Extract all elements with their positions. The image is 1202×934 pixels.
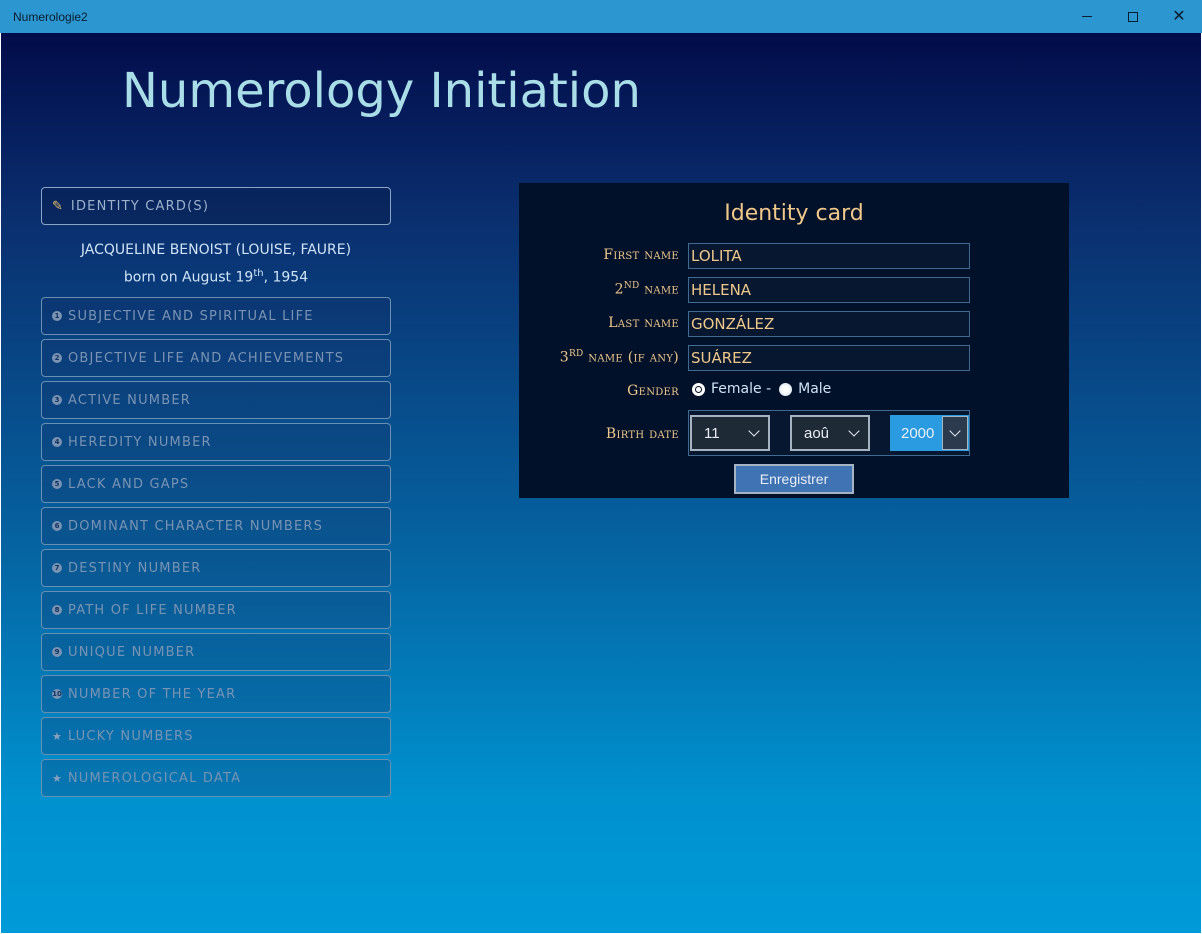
gender-label: Gender (627, 383, 679, 399)
born-year: , 1954 (263, 269, 309, 286)
menu-item-label: ACTIVE NUMBER (68, 392, 191, 408)
second-name-label-rest: name (639, 281, 679, 298)
birth-date-picker: 11 aoû 2000 (688, 410, 970, 456)
birth-date-label: Birth date (605, 426, 679, 442)
menu-item-lucky-numbers[interactable]: ★ LUCKY NUMBERS (41, 717, 391, 755)
menu-item-subjective-spiritual-life[interactable]: 1 SUBJECTIVE AND SPIRITUAL LIFE (41, 297, 391, 335)
third-name-label-num: 3 (559, 349, 569, 366)
menu-item-label: PATH OF LIFE NUMBER (68, 602, 237, 618)
person-name-line: JACQUELINE BENOIST (LOUISE, FAURE) (80, 242, 352, 258)
number-6-icon: 6 (52, 521, 62, 531)
pen-icon: ✎ (52, 198, 63, 214)
gender-female-label[interactable]: Female - (711, 381, 771, 397)
gender-radio-group: Female - Male (692, 381, 839, 397)
menu-item-lack-and-gaps[interactable]: 5 LACK AND GAPS (41, 465, 391, 503)
number-4-icon: 4 (52, 437, 62, 447)
gender-male-label[interactable]: Male (798, 381, 831, 397)
menu-item-dominant-character[interactable]: 6 DOMINANT CHARACTER NUMBERS (41, 507, 391, 545)
chevron-down-icon (848, 425, 860, 437)
menu-item-label: NUMBER OF THE YEAR (68, 686, 237, 702)
gender-female-radio[interactable] (692, 382, 705, 396)
third-name-label-rest: name (if any) (583, 349, 679, 366)
star-icon: ★ (52, 729, 62, 743)
main-area: Numerology Initiation ✎ IDENTITY CARD(S)… (1, 33, 1201, 933)
born-prefix: born on August 19 (123, 269, 254, 286)
third-name-input[interactable] (688, 345, 970, 371)
identity-card-panel: Identity card First name 2ND name Last n… (519, 183, 1069, 498)
number-2-icon: 2 (52, 353, 62, 363)
person-born-line: born on August 19th, 1954 (41, 262, 391, 290)
second-name-label-sup: ND (623, 281, 640, 291)
menu-item-number-of-year[interactable]: 10 NUMBER OF THE YEAR (41, 675, 391, 713)
year-dropdown-toggle[interactable] (942, 416, 968, 450)
close-icon: ✕ (1172, 7, 1186, 25)
number-3-icon: 3 (52, 395, 62, 405)
number-1-icon: 1 (52, 311, 62, 321)
menu-item-label: DOMINANT CHARACTER NUMBERS (68, 518, 324, 534)
last-name-label: Last name (608, 315, 679, 331)
day-value: 11 (704, 424, 720, 442)
save-button[interactable]: Enregistrer (734, 464, 854, 494)
menu-item-label: LACK AND GAPS (68, 476, 190, 492)
number-7-icon: 7 (52, 563, 62, 573)
menu-item-label: LUCKY NUMBERS (67, 728, 194, 744)
menu-item-label: SUBJECTIVE AND SPIRITUAL LIFE (68, 308, 314, 324)
identity-cards-button[interactable]: ✎ IDENTITY CARD(S) (41, 187, 391, 225)
identity-cards-label: IDENTITY CARD(S) (70, 198, 210, 214)
menu-item-label: DESTINY NUMBER (68, 560, 202, 576)
born-suffix: th (253, 268, 264, 279)
star-icon: ★ (52, 771, 62, 785)
number-5-icon: 5 (52, 479, 62, 489)
last-name-input[interactable] (688, 311, 970, 337)
app-heading: Numerology Initiation (122, 63, 641, 119)
window-title: Numerologie2 (13, 10, 88, 24)
menu-item-label: NUMEROLOGICAL DATA (67, 770, 242, 786)
second-name-input[interactable] (688, 277, 970, 303)
gender-male-radio[interactable] (779, 382, 793, 396)
menu-item-label: OBJECTIVE LIFE AND ACHIEVEMENTS (68, 350, 345, 366)
menu-item-label: HEREDITY NUMBER (68, 434, 212, 450)
second-name-label: 2ND name (519, 281, 679, 298)
third-name-label: 3RD name (if any) (519, 349, 679, 366)
third-name-label-sup: RD (568, 349, 584, 359)
menu-item-path-of-life[interactable]: 8 PATH OF LIFE NUMBER (41, 591, 391, 629)
menu-item-active-number[interactable]: 3 ACTIVE NUMBER (41, 381, 391, 419)
maximize-button[interactable] (1110, 0, 1156, 33)
menu-item-unique-number[interactable]: 9 UNIQUE NUMBER (41, 633, 391, 671)
minimize-button[interactable] (1064, 0, 1110, 33)
year-value: 2000 (901, 424, 935, 442)
window-titlebar: Numerologie2 ✕ (0, 0, 1202, 33)
month-value: aoû (804, 424, 830, 442)
person-summary: JACQUELINE BENOIST (LOUISE, FAURE) born … (41, 239, 391, 290)
first-name-label: First name (603, 247, 679, 263)
menu-item-destiny-number[interactable]: 7 DESTINY NUMBER (41, 549, 391, 587)
chevron-down-icon (748, 425, 760, 437)
number-9-icon: 9 (52, 647, 62, 657)
menu-item-label: UNIQUE NUMBER (68, 644, 196, 660)
second-name-label-num: 2 (614, 281, 624, 298)
chevron-down-icon (949, 425, 961, 437)
menu-item-heredity-number[interactable]: 4 HEREDITY NUMBER (41, 423, 391, 461)
first-name-input[interactable] (688, 243, 970, 269)
number-10-icon: 10 (52, 689, 62, 699)
close-button[interactable]: ✕ (1156, 0, 1202, 33)
year-select[interactable]: 2000 (890, 415, 969, 451)
minimize-icon (1082, 16, 1092, 17)
month-select[interactable]: aoû (790, 415, 870, 451)
identity-card-title: Identity card (724, 201, 864, 226)
day-select[interactable]: 11 (690, 415, 770, 451)
menu-item-objective-life[interactable]: 2 OBJECTIVE LIFE AND ACHIEVEMENTS (41, 339, 391, 377)
menu-item-numerological-data[interactable]: ★ NUMEROLOGICAL DATA (41, 759, 391, 797)
number-8-icon: 8 (52, 605, 62, 615)
maximize-icon (1128, 11, 1138, 22)
